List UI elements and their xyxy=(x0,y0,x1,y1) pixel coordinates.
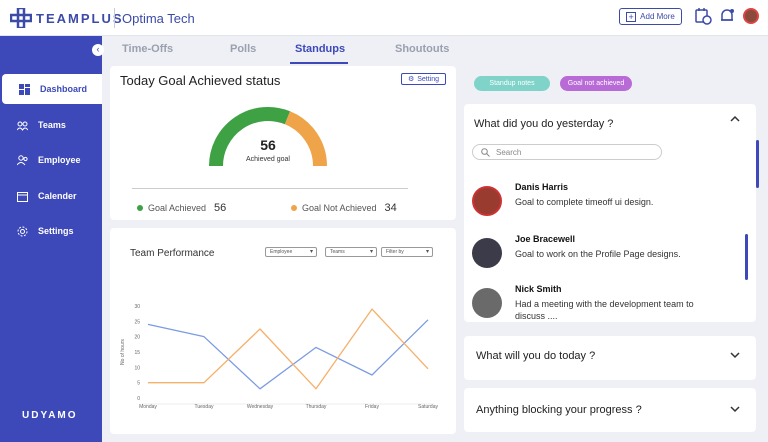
chevron-up-icon[interactable] xyxy=(730,114,740,124)
organization-name: Optima Tech xyxy=(122,11,195,26)
setting-button[interactable]: ⚙ Setting xyxy=(401,73,446,85)
y-axis-label: No of hours xyxy=(120,339,126,365)
y-tick-label: 10 xyxy=(134,365,140,371)
x-tick-label: Monday xyxy=(139,404,157,410)
gear-icon xyxy=(17,226,28,236)
today-card[interactable]: What will you do today ? xyxy=(464,336,756,380)
header-divider xyxy=(114,8,115,28)
sidebar-item-label: Calender xyxy=(38,191,77,201)
person-update: Goal to work on the Profile Page designs… xyxy=(515,249,681,259)
y-tick-label: 25 xyxy=(134,319,140,325)
avatar xyxy=(472,288,502,318)
sidebar-item-settings[interactable]: Settings xyxy=(0,216,102,246)
yesterday-title: What did you do yesterday ? xyxy=(474,118,614,130)
tab-polls[interactable]: Polls xyxy=(230,43,256,55)
tab-shoutouts[interactable]: Shoutouts xyxy=(395,43,449,55)
user-avatar[interactable] xyxy=(743,8,759,24)
search-icon xyxy=(481,147,490,157)
person-name: Danis Harris xyxy=(515,182,569,192)
udyamo-logo: UDYAMO xyxy=(22,410,78,421)
search-placeholder: Search xyxy=(496,147,522,157)
avatar xyxy=(472,238,502,268)
chevron-down-icon[interactable] xyxy=(730,404,740,414)
standups-panel: Standup notes Goal not achieved What did… xyxy=(464,66,759,434)
series-line-2 xyxy=(148,308,429,390)
legend-dot xyxy=(291,205,297,211)
standup-notes-pill[interactable]: Standup notes xyxy=(474,76,550,91)
person-name: Nick Smith xyxy=(515,284,562,294)
bell-icon[interactable] xyxy=(718,7,736,25)
top-bar: TEAMPLUS Optima Tech + Add More xyxy=(0,0,768,36)
active-tab-indicator xyxy=(290,62,348,64)
x-tick-label: Wednesday xyxy=(247,404,274,410)
yesterday-card: What did you do yesterday ? Search Danis… xyxy=(464,104,756,322)
legend-value: 56 xyxy=(214,202,227,214)
tab-time-offs[interactable]: Time-Offs xyxy=(122,43,173,55)
sidebar-item-label: Settings xyxy=(38,226,74,236)
sidebar-item-teams[interactable]: Teams xyxy=(0,110,102,140)
goal-divider xyxy=(132,188,408,189)
series-line-1 xyxy=(147,319,429,390)
sidebar-item-label: Employee xyxy=(38,155,81,165)
blocking-card[interactable]: Anything blocking your progress ? xyxy=(464,388,756,432)
plus-icon: + xyxy=(626,11,637,22)
x-tick-label: Thursday xyxy=(306,404,327,410)
legend-label: Goal Not Achieved xyxy=(302,203,377,213)
legend-label: Goal Achieved xyxy=(148,203,207,213)
list-item[interactable]: Joe Bracewell Goal to work on the Profil… xyxy=(472,234,742,274)
legend-dot xyxy=(137,205,143,211)
gear-icon: ⚙ xyxy=(407,76,415,83)
x-tick-label: Saturday xyxy=(418,404,439,410)
x-tick-label: Friday xyxy=(365,404,379,410)
list-item[interactable]: Danis Harris Goal to complete timeoff ui… xyxy=(472,182,742,222)
calendar-clock-icon[interactable] xyxy=(694,7,712,25)
brand-name: TEAMPLUS xyxy=(36,11,124,26)
legend-value: 34 xyxy=(384,202,397,214)
avatar xyxy=(472,186,502,216)
sidebar-item-employee[interactable]: Employee xyxy=(0,145,102,175)
person-update: Had a meeting with the development team … xyxy=(515,299,694,321)
add-more-button[interactable]: + Add More xyxy=(619,8,682,25)
teamplus-logo-icon xyxy=(10,8,32,28)
y-tick-label: 30 xyxy=(134,304,140,310)
sidebar-item-label: Teams xyxy=(38,120,66,130)
team-performance-card: Team Performance Employee Teams Filter b… xyxy=(110,228,456,434)
list-item[interactable]: Nick Smith Had a meeting with the develo… xyxy=(472,284,742,324)
employee-icon xyxy=(17,154,28,165)
gauge-value: 56 xyxy=(260,137,276,153)
today-title: What will you do today ? xyxy=(476,350,596,362)
legend-goal-not-achieved: Goal Not Achieved 34 xyxy=(291,202,397,214)
sidebar-item-label: Dashboard xyxy=(40,84,88,94)
panel-scrollbar[interactable] xyxy=(756,140,759,188)
goal-status-card: Today Goal Achieved status ⚙ Setting 56 … xyxy=(110,66,456,220)
y-tick-label: 20 xyxy=(134,335,140,341)
tab-bar: Time-Offs Polls Standups Shoutouts xyxy=(102,36,456,64)
team-performance-chart: No of hours 0 5 10 15 20 25 30 Monday Tuesday Wedn… xyxy=(120,304,439,410)
y-tick-label: 5 xyxy=(137,381,140,387)
tab-standups[interactable]: Standups xyxy=(295,43,345,55)
sidebar-item-calender[interactable]: Calender xyxy=(0,181,102,211)
x-tick-label: Tuesday xyxy=(195,404,214,410)
teams-icon xyxy=(17,121,28,131)
setting-label: Setting xyxy=(417,75,440,83)
dashboard-icon xyxy=(19,83,30,95)
list-scrollbar[interactable] xyxy=(745,234,748,280)
add-more-label: Add More xyxy=(640,12,675,21)
person-update: Goal to complete timeoff ui design. xyxy=(515,197,654,207)
search-box[interactable]: Search xyxy=(472,144,662,160)
legend-goal-achieved: Goal Achieved 56 xyxy=(137,202,226,214)
sidebar-item-dashboard[interactable]: Dashboard xyxy=(2,74,102,104)
gauge-label: Achieved goal xyxy=(246,156,290,163)
goal-not-achieved-pill[interactable]: Goal not achieved xyxy=(560,76,632,91)
chevron-down-icon[interactable] xyxy=(730,350,740,360)
blocking-title: Anything blocking your progress ? xyxy=(476,404,642,416)
sidebar: ‹ Dashboard Teams Employee Calender Sett… xyxy=(0,36,104,442)
y-tick-label: 0 xyxy=(137,396,140,402)
person-name: Joe Bracewell xyxy=(515,234,576,244)
goal-status-title: Today Goal Achieved status xyxy=(120,73,281,88)
y-tick-label: 15 xyxy=(134,350,140,356)
calendar-icon xyxy=(17,191,28,202)
